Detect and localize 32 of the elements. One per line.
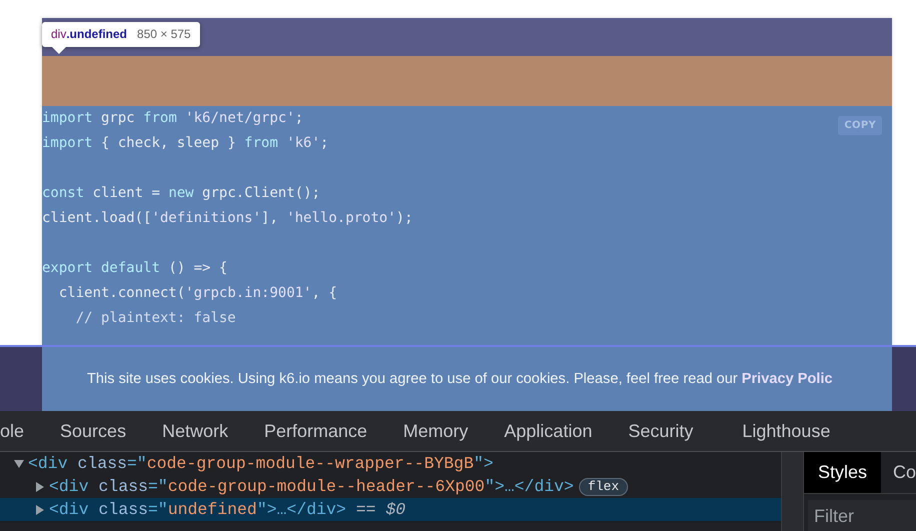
devtools-tab[interactable]: Performance <box>264 420 368 442</box>
devtools-tab[interactable]: Application <box>504 420 592 442</box>
dom-node-text: <div class="undefined">…</div> == $0 <box>49 500 406 519</box>
code-line: // plaintext: false <box>74 309 236 328</box>
devtools-tab[interactable]: Network <box>162 420 228 442</box>
code-line: import grpc from 'k6/net/grpc'; <box>42 109 304 128</box>
element-selector: div.undefined <box>51 26 128 43</box>
devtools-tab[interactable]: Security <box>628 420 694 442</box>
code-line: client.connect('grpcb.in:9001', { <box>58 284 338 303</box>
scrollbar[interactable] <box>781 452 803 531</box>
code-line: export default () => { <box>42 259 228 278</box>
dom-node-text: <div class="code-group-module--wrapper--BYBgB"> <box>28 454 494 473</box>
filter-field[interactable]: Filter <box>808 500 916 531</box>
dom-tree-row[interactable]: <div class="code-group-module--wrapper--BYBgB"> <box>0 452 781 475</box>
cookie-notice: This site uses cookies. Using k6.io means you agree to use of our cookies. Please, feel free read our Privacy Polic <box>87 371 833 387</box>
dom-tree-row[interactable]: <div class="code-group-module--header--6Xp00">…</div> flex <box>0 475 781 498</box>
collapse-arrow-icon[interactable] <box>14 458 24 468</box>
expand-arrow-icon[interactable] <box>35 504 45 514</box>
devtools-tab[interactable]: Sources <box>60 420 126 442</box>
devtools-tab[interactable]: ole <box>0 420 24 442</box>
expand-arrow-icon[interactable] <box>35 482 45 492</box>
dom-node-text: <div class="code-group-module--header--6Xp00">…</div> <box>49 477 574 496</box>
styles-pane-tab[interactable]: Styles <box>804 452 882 493</box>
code-line: client.load(['definitions'], 'hello.proto'); <box>42 209 413 228</box>
element-size: 850 × 575 <box>137 26 191 43</box>
flex-badge[interactable]: flex <box>578 478 628 496</box>
dom-tree-row[interactable]: <div class="undefined">…</div> == $0 <box>0 498 781 521</box>
devtools-tab[interactable]: Memory <box>403 420 468 442</box>
devtools-tab[interactable]: Lighthouse <box>742 420 830 442</box>
styles-pane-tab[interactable]: Co <box>881 452 916 493</box>
code-line: import { check, sleep } from 'k6'; <box>42 134 329 153</box>
code-line: const client = new grpc.Client(); <box>42 184 320 203</box>
